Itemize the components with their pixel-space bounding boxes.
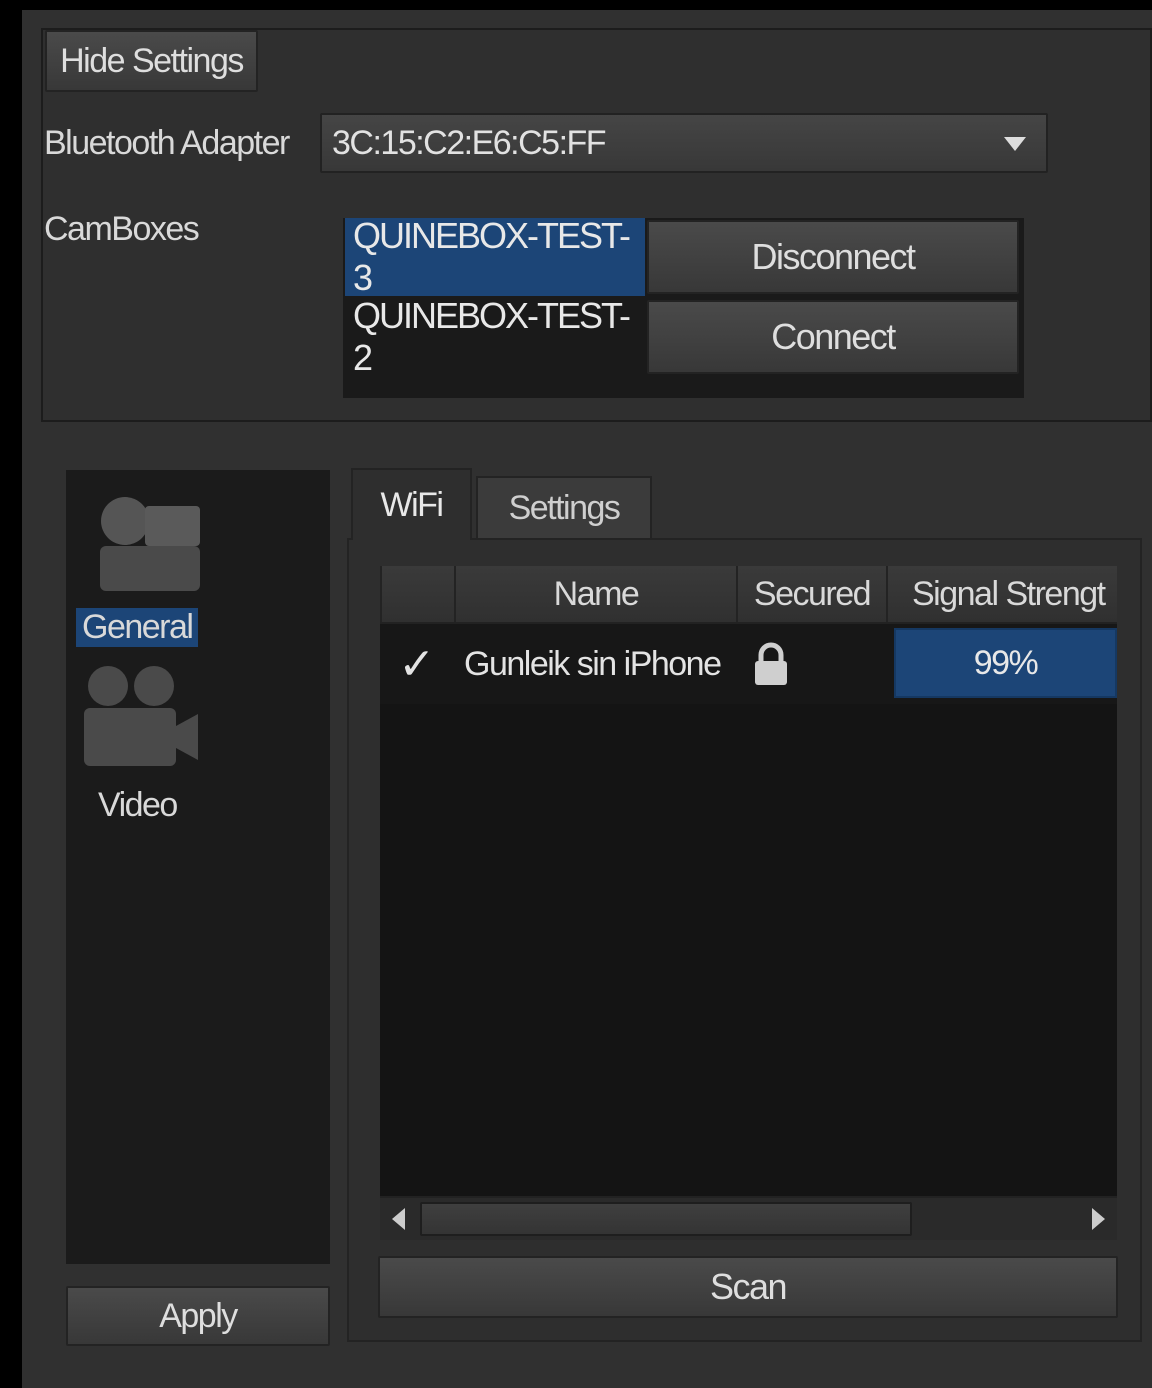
sidebar-item-video[interactable]: Video	[98, 786, 178, 825]
camboxes-label: CamBoxes	[44, 210, 200, 248]
scroll-left-icon[interactable]	[392, 1208, 405, 1230]
scrollbar-thumb[interactable]	[420, 1202, 912, 1236]
table-row[interactable]: ✓ Gunleik sin iPhone 99%	[380, 624, 1117, 704]
network-name: Gunleik sin iPhone	[464, 644, 722, 683]
column-header-status[interactable]	[380, 566, 456, 622]
column-header-secured[interactable]: Secured	[738, 566, 888, 622]
video-camera-icon[interactable]	[80, 664, 200, 779]
bluetooth-adapter-label: Bluetooth Adapter	[44, 124, 290, 162]
column-header-signal[interactable]: Signal Strengt	[888, 566, 1117, 622]
cambox-name: QUINEBOX-TEST-2	[353, 295, 631, 378]
scan-button[interactable]: Scan	[378, 1256, 1118, 1318]
connect-button[interactable]: Connect	[647, 300, 1019, 374]
dropdown-arrow-icon[interactable]	[1004, 137, 1026, 151]
sidebar-item-general[interactable]: General	[76, 608, 199, 647]
column-header-name[interactable]: Name	[456, 566, 738, 622]
signal-strength-value: 99%	[894, 628, 1117, 698]
connected-check-icon: ✓	[398, 639, 435, 689]
lock-icon	[752, 624, 802, 704]
scroll-right-icon[interactable]	[1092, 1208, 1105, 1230]
cambox-name: QUINEBOX-TEST-3	[353, 215, 631, 298]
bluetooth-adapter-value: 3C:15:C2:E6:C5:FF	[332, 123, 607, 162]
wifi-table: Name Secured Signal Strengt ✓ Gunleik si…	[380, 566, 1117, 1196]
disconnect-button[interactable]: Disconnect	[647, 220, 1019, 294]
horizontal-scrollbar[interactable]	[380, 1196, 1117, 1240]
cambox-item[interactable]: QUINEBOX-TEST-2	[345, 295, 645, 378]
bluetooth-adapter-select[interactable]: 3C:15:C2:E6:C5:FF	[320, 113, 1048, 173]
apply-button[interactable]: Apply	[66, 1286, 330, 1346]
hide-settings-button[interactable]: Hide Settings	[45, 30, 258, 92]
general-icon[interactable]	[80, 486, 210, 601]
cambox-item[interactable]: QUINEBOX-TEST-3	[345, 215, 645, 298]
tab-settings[interactable]: Settings	[476, 476, 652, 538]
table-header: Name Secured Signal Strengt	[380, 566, 1117, 624]
tab-wifi[interactable]: WiFi	[351, 468, 472, 540]
